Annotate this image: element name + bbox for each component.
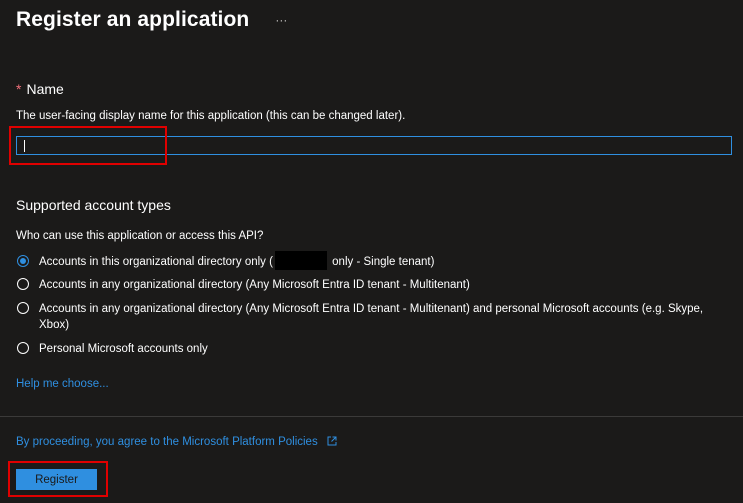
page-title: Register an application	[16, 8, 250, 31]
external-link-icon	[327, 436, 337, 446]
account-types-heading: Supported account types	[16, 197, 171, 213]
redacted-tenant-name	[274, 251, 327, 270]
name-input[interactable]	[16, 136, 732, 155]
ellipsis-icon[interactable]: ···	[271, 14, 291, 26]
radio-button[interactable]	[17, 302, 29, 314]
platform-policies-link[interactable]: By proceeding, you agree to the Microsof…	[16, 436, 337, 448]
register-button[interactable]: Register	[16, 469, 97, 490]
name-heading-label: Name	[26, 81, 64, 97]
radio-label-personal-only: Personal Microsoft accounts only	[39, 343, 208, 355]
name-heading: * Name	[16, 81, 64, 97]
platform-policies-text: By proceeding, you agree to the Microsof…	[16, 436, 318, 448]
radio-option-multitenant[interactable]: Accounts in any organizational directory…	[17, 277, 470, 293]
required-marker: *	[16, 81, 22, 97]
radio-label-part-1: Accounts in this organizational director…	[39, 256, 273, 269]
radio-button-checked[interactable]	[17, 255, 29, 267]
help-me-choose-link[interactable]: Help me choose...	[16, 378, 109, 390]
radio-label-part-2: only - Single tenant)	[328, 256, 435, 269]
text-caret	[24, 140, 25, 152]
radio-option-personal-only[interactable]: Personal Microsoft accounts only	[17, 341, 208, 357]
register-app-page: Register an application ··· * Name The us…	[0, 0, 743, 503]
name-description: The user-facing display name for this ap…	[16, 110, 406, 122]
radio-button[interactable]	[17, 342, 29, 354]
radio-option-single-tenant[interactable]: Accounts in this organizational director…	[17, 251, 435, 270]
radio-label-single-tenant: Accounts in this organizational director…	[39, 251, 435, 270]
radio-option-multitenant-personal[interactable]: Accounts in any organizational directory…	[17, 301, 722, 333]
account-types-question: Who can use this application or access t…	[16, 230, 264, 242]
radio-button[interactable]	[17, 278, 29, 290]
radio-label-multitenant: Accounts in any organizational directory…	[39, 279, 470, 291]
radio-label-multitenant-personal: Accounts in any organizational directory…	[39, 303, 704, 331]
footer	[0, 417, 743, 503]
page-header: Register an application ···	[16, 8, 291, 32]
